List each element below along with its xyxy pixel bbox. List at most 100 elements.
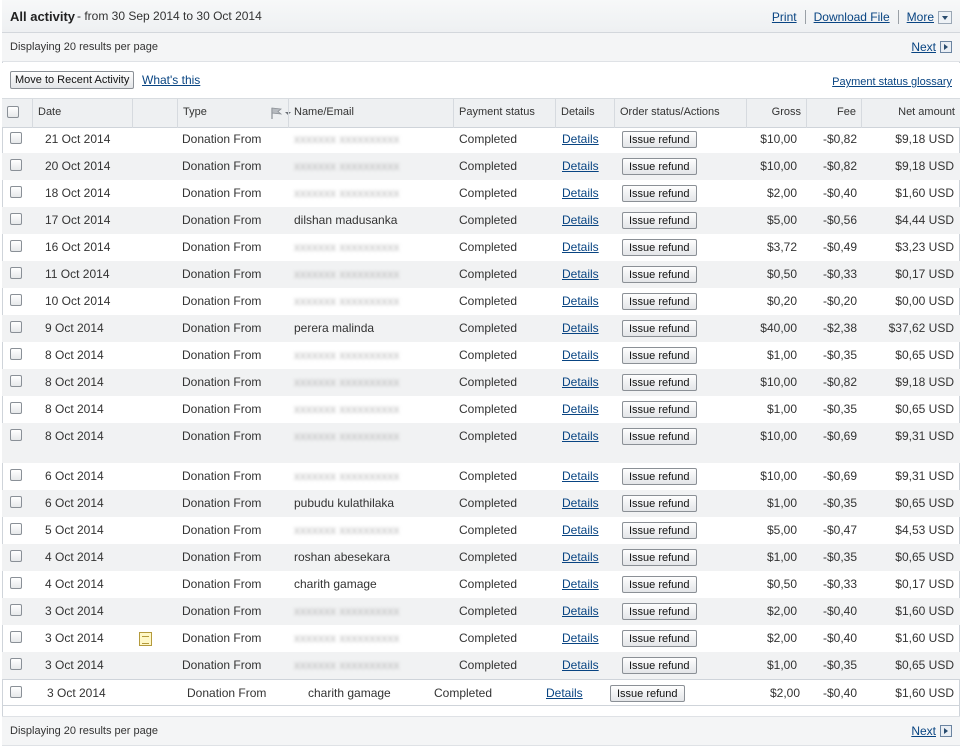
issue-refund-button[interactable]: Issue refund (622, 576, 697, 593)
column-gross[interactable]: Gross (747, 99, 807, 128)
issue-refund-button[interactable]: Issue refund (622, 347, 697, 364)
table-row[interactable]: 6 Oct 2014 Donation From pubudu kulathilak… (2, 490, 960, 517)
table-row[interactable]: 3 Oct 2014 Donation From xxxxxxx xxxxxxxxx… (2, 598, 960, 625)
issue-refund-button[interactable]: Issue refund (622, 522, 697, 539)
row-checkbox[interactable] (10, 496, 22, 508)
row-name[interactable]: perera malinda (294, 321, 374, 335)
row-details-link[interactable]: Details (562, 186, 599, 200)
row-checkbox[interactable] (10, 550, 22, 562)
next-link[interactable]: Next (911, 40, 936, 54)
row-checkbox[interactable] (10, 348, 22, 360)
issue-refund-button[interactable]: Issue refund (622, 428, 697, 445)
row-checkbox[interactable] (10, 469, 22, 481)
table-row[interactable]: 8 Oct 2014 Donation From xxxxxxx xxxxxxxxx… (2, 369, 960, 396)
issue-refund-button[interactable]: Issue refund (622, 158, 697, 175)
row-name[interactable]: pubudu kulathilaka (294, 496, 394, 510)
issue-refund-button[interactable]: Issue refund (622, 549, 697, 566)
row-name[interactable]: charith gamage (294, 577, 377, 591)
row-checkbox[interactable] (10, 429, 22, 441)
column-type[interactable]: Type (178, 99, 289, 128)
table-row[interactable]: 6 Oct 2014 Donation From xxxxxxx xxxxxxxxx… (2, 463, 960, 490)
next-arrow-icon[interactable] (940, 725, 952, 737)
table-row[interactable]: 10 Oct 2014 Donation From xxxxxxx xxxxxxxx… (2, 288, 960, 315)
row-details-link[interactable]: Details (562, 631, 599, 645)
row-checkbox[interactable] (10, 686, 22, 698)
column-name-email[interactable]: Name/Email (289, 99, 454, 128)
row-checkbox[interactable] (10, 132, 22, 144)
next-page-control[interactable]: Next (911, 724, 952, 738)
row-name[interactable]: charith gamage (308, 686, 391, 700)
issue-refund-button[interactable]: Issue refund (610, 685, 685, 702)
row-details-link[interactable]: Details (562, 550, 599, 564)
table-row[interactable]: 3 Oct 2014 Donation From xxxxxxx xxxxxxxxx… (2, 652, 960, 679)
table-row[interactable]: 8 Oct 2014 Donation From xxxxxxx xxxxxxxxx… (2, 423, 960, 463)
column-flag[interactable] (133, 99, 291, 128)
issue-refund-button[interactable]: Issue refund (622, 401, 697, 418)
table-row[interactable]: 8 Oct 2014 Donation From xxxxxxx xxxxxxxxx… (2, 342, 960, 369)
select-all-checkbox[interactable] (7, 106, 19, 118)
row-details-link[interactable]: Details (562, 294, 599, 308)
row-details-link[interactable]: Details (562, 321, 599, 335)
row-checkbox[interactable] (10, 523, 22, 535)
row-checkbox[interactable] (10, 267, 22, 279)
more-link[interactable]: More (907, 10, 934, 24)
print-link[interactable]: Print (772, 10, 797, 24)
row-checkbox[interactable] (10, 240, 22, 252)
issue-refund-button[interactable]: Issue refund (622, 630, 697, 647)
table-row[interactable]: 11 Oct 2014 Donation From xxxxxxx xxxxxxxx… (2, 261, 960, 288)
table-row[interactable]: 5 Oct 2014 Donation From xxxxxxx xxxxxxxxx… (2, 517, 960, 544)
row-details-link[interactable]: Details (562, 375, 599, 389)
row-details-link[interactable]: Details (562, 348, 599, 362)
table-row[interactable]: 3 Oct 2014 Donation From xxxxxxx xxxxxxxxx… (2, 625, 960, 652)
row-details-link[interactable]: Details (562, 159, 599, 173)
whats-this-link[interactable]: What's this (142, 73, 200, 87)
note-icon[interactable] (139, 632, 152, 646)
row-checkbox[interactable] (10, 577, 22, 589)
table-row[interactable]: 17 Oct 2014 Donation From dilshan madusank… (2, 207, 960, 234)
table-row[interactable]: 8 Oct 2014 Donation From xxxxxxx xxxxxxxxx… (2, 396, 960, 423)
row-details-link[interactable]: Details (562, 496, 599, 510)
row-checkbox[interactable] (10, 321, 22, 333)
row-checkbox[interactable] (10, 604, 22, 616)
issue-refund-button[interactable]: Issue refund (622, 468, 697, 485)
issue-refund-button[interactable]: Issue refund (622, 374, 697, 391)
row-details-link[interactable]: Details (562, 604, 599, 618)
row-details-link[interactable]: Details (562, 429, 599, 443)
issue-refund-button[interactable]: Issue refund (622, 131, 697, 148)
row-details-link[interactable]: Details (562, 469, 599, 483)
chevron-down-icon[interactable] (938, 10, 952, 24)
row-details-link[interactable]: Details (562, 213, 599, 227)
issue-refund-button[interactable]: Issue refund (622, 657, 697, 674)
row-checkbox[interactable] (10, 213, 22, 225)
row-checkbox[interactable] (10, 159, 22, 171)
next-page-control[interactable]: Next (911, 40, 952, 54)
table-row[interactable]: 16 Oct 2014 Donation From xxxxxxx xxxxxxxx… (2, 234, 960, 261)
row-checkbox[interactable] (10, 186, 22, 198)
payment-status-glossary-link[interactable]: Payment status glossary (832, 76, 952, 88)
issue-refund-button[interactable]: Issue refund (622, 239, 697, 256)
row-checkbox[interactable] (10, 375, 22, 387)
row-details-link[interactable]: Details (546, 686, 583, 700)
row-details-link[interactable]: Details (562, 267, 599, 281)
table-row[interactable]: 9 Oct 2014 Donation From perera malinda Com… (2, 315, 960, 342)
table-row[interactable]: 20 Oct 2014 Donation From xxxxxxx xxxxxxxx… (2, 153, 960, 180)
move-to-recent-activity-button[interactable]: Move to Recent Activity (10, 71, 135, 89)
table-row[interactable]: 18 Oct 2014 Donation From xxxxxxx xxxxxxxx… (2, 180, 960, 207)
table-row[interactable]: 4 Oct 2014 Donation From charith gamage Com… (2, 571, 960, 598)
issue-refund-button[interactable]: Issue refund (622, 320, 697, 337)
table-row[interactable]: 3 Oct 2014 Donation From charith gamage Com… (2, 679, 960, 706)
issue-refund-button[interactable]: Issue refund (622, 266, 697, 283)
table-row[interactable]: 21 Oct 2014 Donation From xxxxxxx xxxxxxxx… (2, 126, 960, 153)
row-details-link[interactable]: Details (562, 577, 599, 591)
row-checkbox[interactable] (10, 631, 22, 643)
row-details-link[interactable]: Details (562, 523, 599, 537)
row-checkbox[interactable] (10, 402, 22, 414)
row-details-link[interactable]: Details (562, 132, 599, 146)
table-row[interactable]: 4 Oct 2014 Donation From roshan abesekara C… (2, 544, 960, 571)
download-file-link[interactable]: Download File (814, 10, 890, 24)
row-details-link[interactable]: Details (562, 402, 599, 416)
column-payment-status[interactable]: Payment status (454, 99, 556, 128)
row-name[interactable]: dilshan madusanka (294, 213, 397, 227)
row-details-link[interactable]: Details (562, 240, 599, 254)
row-checkbox[interactable] (10, 658, 22, 670)
